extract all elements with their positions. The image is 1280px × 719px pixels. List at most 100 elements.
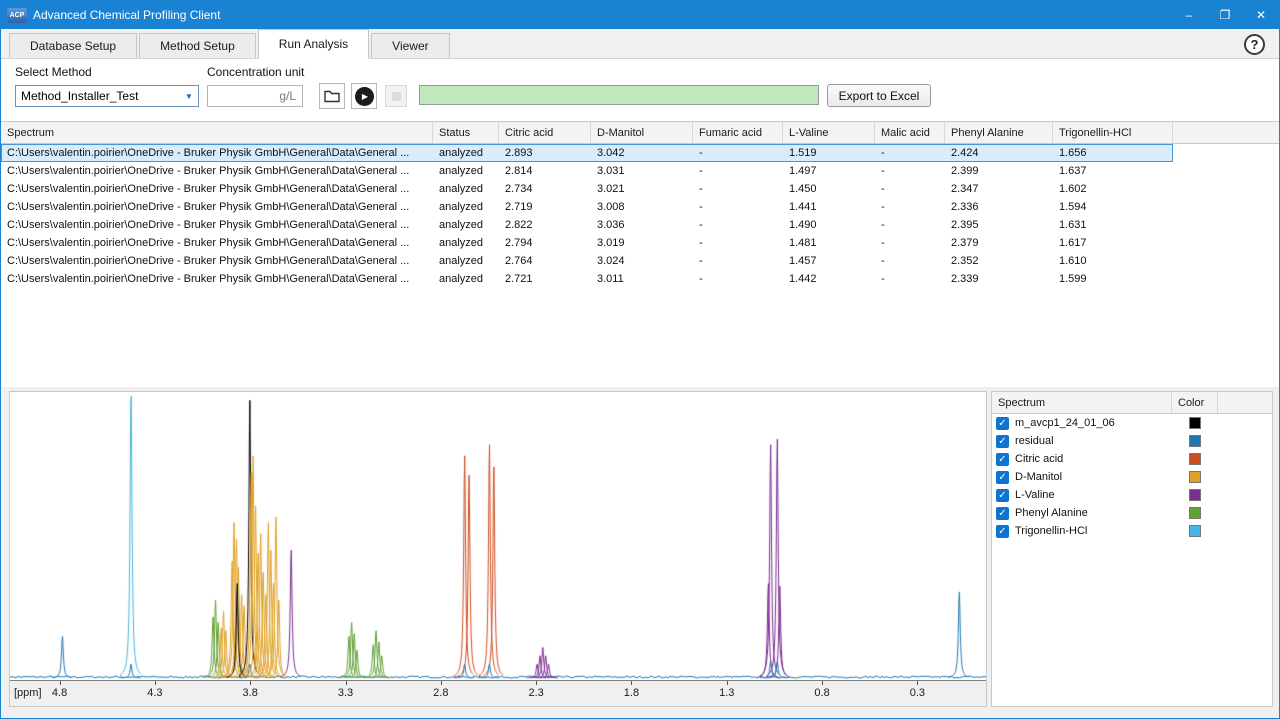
cell: 2.794: [499, 237, 591, 249]
table-row[interactable]: C:\Users\valentin.poirier\OneDrive - Bru…: [1, 252, 1173, 270]
legend-checkbox[interactable]: ✓: [996, 417, 1009, 430]
cell: -: [693, 255, 783, 267]
cell: 3.042: [591, 147, 693, 159]
color-swatch[interactable]: [1189, 507, 1201, 519]
tab-viewer[interactable]: Viewer: [371, 33, 449, 58]
stop-icon: [392, 92, 401, 101]
tick-mark: [346, 681, 347, 685]
tab-method-setup[interactable]: Method Setup: [139, 33, 256, 58]
cell: 1.602: [1053, 183, 1173, 195]
column-header-fumaric-acid[interactable]: Fumaric acid: [693, 122, 783, 143]
table-row[interactable]: C:\Users\valentin.poirier\OneDrive - Bru…: [1, 162, 1173, 180]
tick-mark: [155, 681, 156, 685]
table-row[interactable]: C:\Users\valentin.poirier\OneDrive - Bru…: [1, 180, 1173, 198]
tab-run-analysis[interactable]: Run Analysis: [258, 29, 369, 59]
cell: C:\Users\valentin.poirier\OneDrive - Bru…: [1, 237, 433, 249]
export-to-excel-button[interactable]: Export to Excel: [827, 84, 931, 107]
legend-name-cell: ✓L-Valine: [992, 489, 1172, 502]
tick-mark: [822, 681, 823, 685]
concentration-unit-input[interactable]: g/L: [207, 85, 303, 107]
color-swatch[interactable]: [1189, 471, 1201, 483]
tick-label: 0.8: [814, 687, 829, 699]
cell: 2.339: [945, 273, 1053, 285]
column-header-l-valine[interactable]: L-Valine: [783, 122, 875, 143]
help-button[interactable]: ?: [1244, 34, 1265, 55]
minimize-button[interactable]: –: [1171, 1, 1207, 29]
table-row[interactable]: C:\Users\valentin.poirier\OneDrive - Bru…: [1, 198, 1173, 216]
method-dropdown[interactable]: Method_Installer_Test ▼: [15, 85, 199, 107]
tick-mark: [917, 681, 918, 685]
column-header-citric-acid[interactable]: Citric acid: [499, 122, 591, 143]
tick-label: 3.3: [338, 687, 353, 699]
cell: 2.347: [945, 183, 1053, 195]
cell: analyzed: [433, 255, 499, 267]
cell: analyzed: [433, 147, 499, 159]
legend-color-cell: [1172, 489, 1218, 501]
legend-name-cell: ✓Phenyl Alanine: [992, 507, 1172, 520]
legend-label: Citric acid: [1015, 453, 1063, 465]
table-row[interactable]: C:\Users\valentin.poirier\OneDrive - Bru…: [1, 216, 1173, 234]
cell: 2.721: [499, 273, 591, 285]
x-axis: [ppm] 4.84.33.83.32.82.31.81.30.80.3: [10, 680, 986, 706]
cell: -: [875, 201, 945, 213]
table-row[interactable]: C:\Users\valentin.poirier\OneDrive - Bru…: [1, 144, 1173, 162]
column-header-malic-acid[interactable]: Malic acid: [875, 122, 945, 143]
column-header-phenyl-alanine[interactable]: Phenyl Alanine: [945, 122, 1053, 143]
close-button[interactable]: ✕: [1243, 1, 1279, 29]
legend-row: ✓Trigonellin-HCl: [992, 522, 1272, 540]
cell: 2.814: [499, 165, 591, 177]
cell: 2.764: [499, 255, 591, 267]
stop-button[interactable]: [385, 85, 407, 107]
legend-body: ✓m_avcp1_24_01_06✓residual✓Citric acid✓D…: [992, 414, 1272, 540]
legend-checkbox[interactable]: ✓: [996, 471, 1009, 484]
legend-checkbox[interactable]: ✓: [996, 507, 1009, 520]
select-method-label: Select Method: [15, 65, 92, 79]
cell: analyzed: [433, 165, 499, 177]
color-swatch[interactable]: [1189, 489, 1201, 501]
column-header-trigonellin-hcl[interactable]: Trigonellin-HCl: [1053, 122, 1173, 143]
cell: 1.457: [783, 255, 875, 267]
cell: 2.893: [499, 147, 591, 159]
legend-checkbox[interactable]: ✓: [996, 489, 1009, 502]
window-controls: – ❐ ✕: [1171, 1, 1279, 29]
column-header-spectrum[interactable]: Spectrum: [1, 122, 433, 143]
tick-label: 2.3: [528, 687, 543, 699]
legend-column-header-spectrum: Spectrum: [992, 392, 1172, 413]
cell: -: [693, 201, 783, 213]
cell: 1.631: [1053, 219, 1173, 231]
tick-label: 2.8: [433, 687, 448, 699]
method-dropdown-value: Method_Installer_Test: [21, 89, 138, 103]
table-row[interactable]: C:\Users\valentin.poirier\OneDrive - Bru…: [1, 270, 1173, 288]
tick-mark: [250, 681, 251, 685]
color-swatch[interactable]: [1189, 453, 1201, 465]
open-folder-button[interactable]: [319, 83, 345, 109]
table-row[interactable]: C:\Users\valentin.poirier\OneDrive - Bru…: [1, 234, 1173, 252]
cell: 3.019: [591, 237, 693, 249]
cell: analyzed: [433, 183, 499, 195]
cell: analyzed: [433, 273, 499, 285]
legend-checkbox[interactable]: ✓: [996, 435, 1009, 448]
column-header-d-manitol[interactable]: D-Manitol: [591, 122, 693, 143]
cell: 1.441: [783, 201, 875, 213]
tick-label: 1.3: [719, 687, 734, 699]
cell: 1.481: [783, 237, 875, 249]
cell: -: [875, 237, 945, 249]
tick-label: 1.8: [624, 687, 639, 699]
color-swatch[interactable]: [1189, 435, 1201, 447]
cell: -: [875, 165, 945, 177]
spectrum-plot[interactable]: [10, 392, 986, 680]
cell: C:\Users\valentin.poirier\OneDrive - Bru…: [1, 147, 433, 159]
tab-database-setup[interactable]: Database Setup: [9, 33, 137, 58]
bottom-area: [ppm] 4.84.33.83.32.82.31.81.30.80.3 Spe…: [1, 387, 1279, 718]
legend-checkbox[interactable]: ✓: [996, 453, 1009, 466]
cell: 2.379: [945, 237, 1053, 249]
tick-label: 4.3: [147, 687, 162, 699]
run-analysis-button[interactable]: ▶: [351, 83, 377, 109]
cell: C:\Users\valentin.poirier\OneDrive - Bru…: [1, 201, 433, 213]
legend-color-cell: [1172, 507, 1218, 519]
legend-checkbox[interactable]: ✓: [996, 525, 1009, 538]
maximize-button[interactable]: ❐: [1207, 1, 1243, 29]
column-header-status[interactable]: Status: [433, 122, 499, 143]
color-swatch[interactable]: [1189, 525, 1201, 537]
color-swatch[interactable]: [1189, 417, 1201, 429]
